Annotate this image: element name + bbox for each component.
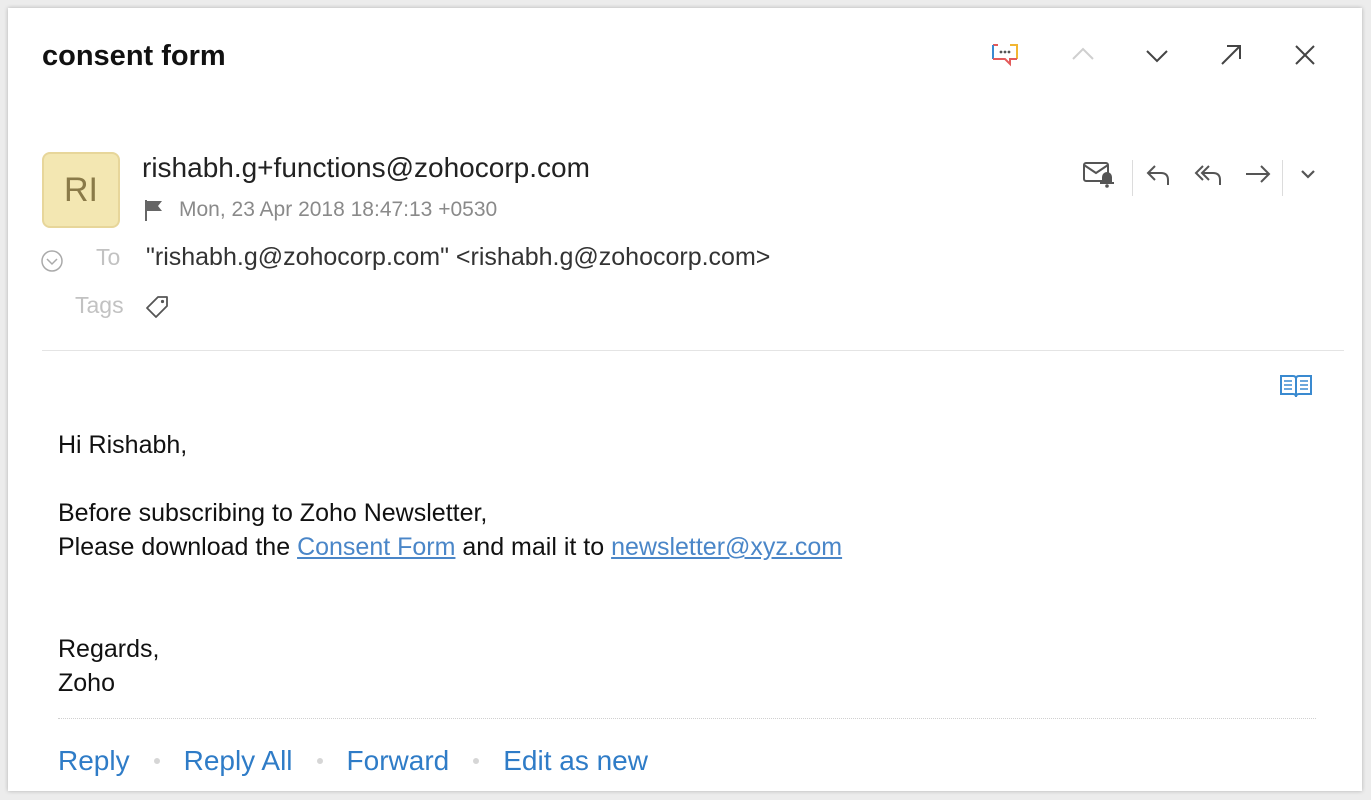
body-line-1: Before subscribing to Zoho Newsletter, (58, 499, 488, 527)
tag-icon[interactable] (144, 294, 170, 325)
body-signature: Zoho (58, 669, 115, 697)
more-chevron-icon[interactable] (1290, 156, 1326, 192)
reply-all-icon[interactable] (1190, 156, 1226, 192)
expand-details-icon[interactable] (40, 249, 64, 278)
flag-icon[interactable] (143, 198, 165, 227)
to-recipient[interactable]: "rishabh.g@zohocorp.com" <rishabh.g@zoho… (146, 243, 770, 272)
chevron-up-icon[interactable] (1066, 38, 1100, 72)
to-label: To (96, 244, 121, 270)
forward-link[interactable]: Forward (347, 745, 450, 777)
newsletter-email-link[interactable]: newsletter@xyz.com (611, 533, 842, 561)
toolbar-divider (1132, 160, 1133, 196)
body-line-2-mid: and mail it to (455, 533, 612, 561)
tags-label: Tags (75, 292, 124, 318)
window-toolbar (8, 38, 1362, 74)
reply-icon[interactable] (1140, 156, 1176, 192)
body-greeting: Hi Rishabh, (58, 431, 188, 459)
close-icon[interactable] (1288, 38, 1322, 72)
comment-icon[interactable] (988, 38, 1022, 72)
reply-all-link[interactable]: Reply All (184, 745, 293, 777)
mail-actions-toolbar (8, 156, 1362, 196)
footer-actions: Reply Reply All Forward Edit as new (58, 741, 648, 781)
consent-form-link[interactable]: Consent Form (297, 533, 455, 561)
separator-dot (473, 758, 480, 764)
edit-as-new-link[interactable]: Edit as new (503, 745, 648, 777)
email-preview-window: consent form RI rishabh.g+functions@zoho… (8, 8, 1362, 791)
reading-mode-icon[interactable] (1279, 372, 1313, 405)
separator-dot (316, 758, 323, 764)
chevron-down-icon[interactable] (1140, 38, 1174, 72)
pop-out-icon[interactable] (1214, 38, 1248, 72)
reply-link[interactable]: Reply (58, 745, 130, 777)
footer-divider (58, 718, 1316, 719)
forward-icon[interactable] (1240, 156, 1276, 192)
body-line-2: Please download the Consent Form and mai… (58, 530, 1288, 564)
toolbar-divider (1282, 160, 1283, 196)
body-line-2-prefix: Please download the (58, 533, 298, 561)
email-body: Hi Rishabh, Before subscribing to Zoho N… (58, 428, 1288, 700)
header-divider (42, 350, 1344, 351)
body-regards: Regards, (58, 635, 160, 663)
mail-reminder-icon[interactable] (1080, 156, 1116, 192)
email-date: Mon, 23 Apr 2018 18:47:13 +0530 (179, 198, 498, 221)
separator-dot (153, 758, 160, 764)
